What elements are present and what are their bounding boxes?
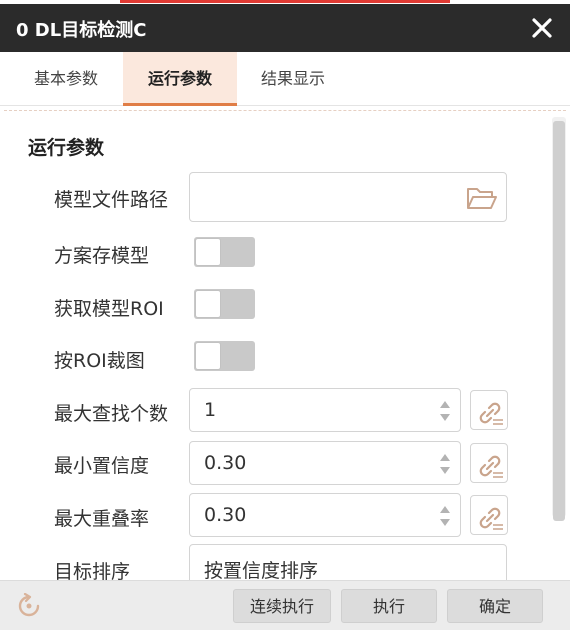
crop-by-roi-toggle[interactable] [194, 341, 255, 371]
scrollbar-thumb[interactable] [553, 121, 565, 521]
min-confidence-value: 0.30 [204, 452, 247, 474]
max-overlap-input[interactable]: 0.30 [189, 493, 461, 537]
spinner-arrows-icon[interactable] [438, 397, 452, 425]
max-find-count-value: 1 [204, 399, 217, 421]
toggle-knob [195, 290, 221, 318]
max-find-count-input[interactable]: 1 [189, 388, 461, 432]
toggle-knob [195, 238, 221, 266]
accent-bar [120, 0, 450, 3]
max-overlap-link-button[interactable] [470, 495, 508, 535]
min-confidence-link-button[interactable] [470, 443, 508, 483]
link-icon [479, 455, 503, 478]
footer-bar: 连续执行 执行 确定 [0, 580, 570, 630]
tab-result-display[interactable]: 结果显示 [240, 52, 346, 106]
folder-open-icon[interactable] [466, 184, 498, 212]
target-sort-value: 按置信度排序 [204, 560, 319, 580]
link-icon [479, 507, 503, 530]
spinner-arrows-icon[interactable] [438, 450, 452, 478]
tab-run-params[interactable]: 运行参数 [123, 52, 237, 106]
window-title: 0 DL目标检测C [16, 20, 147, 41]
save-model-toggle[interactable] [194, 237, 255, 267]
spinner-arrows-icon[interactable] [438, 502, 452, 530]
get-model-roi-toggle[interactable] [194, 289, 255, 319]
link-icon [479, 402, 503, 425]
tab-bar: 基本参数 运行参数 结果显示 [0, 52, 570, 106]
model-path-input[interactable] [189, 172, 507, 222]
max-overlap-value: 0.30 [204, 504, 247, 526]
model-path-label: 模型文件路径 [54, 189, 169, 211]
close-button[interactable] [528, 14, 556, 42]
toggle-knob [195, 342, 221, 370]
title-bar: 0 DL目标检测C [0, 4, 570, 52]
crop-by-roi-label: 按ROI裁图 [54, 350, 145, 372]
max-find-count-link-button[interactable] [470, 390, 508, 430]
execute-button[interactable]: 执行 [341, 589, 437, 623]
get-model-roi-label: 获取模型ROI [54, 298, 164, 320]
tab-basic-params[interactable]: 基本参数 [14, 52, 118, 106]
target-sort-label: 目标排序 [54, 561, 131, 580]
params-panel: 运行参数 模型文件路径 方案存模型 获取模型ROI 按ROI裁图 最大查找个数 … [4, 110, 566, 580]
confirm-button[interactable]: 确定 [447, 589, 543, 623]
max-find-count-label: 最大查找个数 [54, 403, 169, 425]
section-title: 运行参数 [28, 137, 105, 159]
target-sort-select[interactable]: 按置信度排序 [189, 544, 507, 580]
continuous-execute-button[interactable]: 连续执行 [233, 589, 331, 623]
min-confidence-input[interactable]: 0.30 [189, 441, 461, 485]
close-icon [532, 18, 552, 38]
refresh-icon[interactable] [16, 593, 42, 619]
min-confidence-label: 最小置信度 [54, 455, 150, 477]
max-overlap-label: 最大重叠率 [54, 508, 150, 530]
vertical-scrollbar[interactable] [552, 117, 566, 521]
save-model-label: 方案存模型 [54, 245, 150, 267]
